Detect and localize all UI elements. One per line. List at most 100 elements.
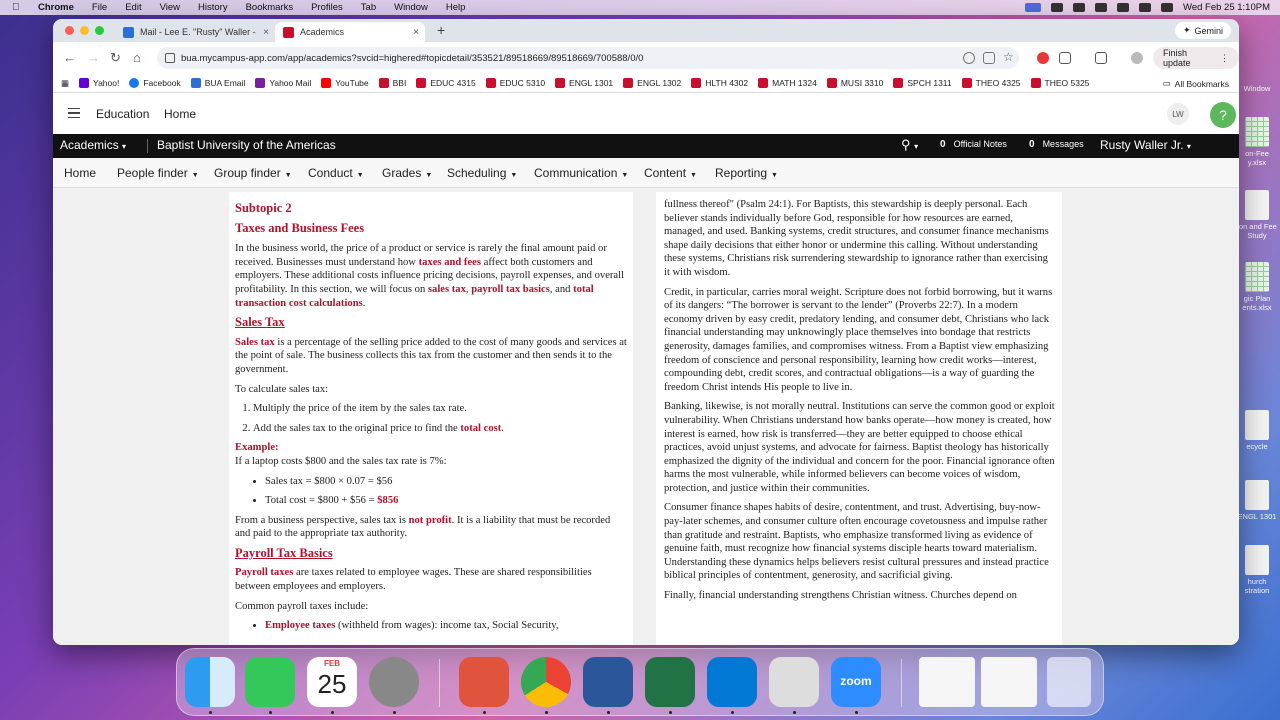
control-center-icon[interactable] bbox=[1161, 3, 1174, 12]
zoom-lens-icon[interactable] bbox=[963, 52, 975, 64]
menu-window[interactable]: Window bbox=[394, 2, 428, 13]
bookmark-facebook[interactable]: Facebook bbox=[129, 78, 181, 88]
nav-content[interactable]: Content ▼ bbox=[644, 166, 697, 180]
wifi-icon[interactable] bbox=[1117, 3, 1130, 12]
extension-abp-icon[interactable] bbox=[1037, 52, 1049, 64]
finish-update-button[interactable]: Finish update ⋮ bbox=[1153, 47, 1239, 69]
bookmark-theo-4325[interactable]: THEO 4325 bbox=[961, 78, 1021, 88]
menu-profiles[interactable]: Profiles bbox=[311, 2, 343, 13]
menu-app-name[interactable]: Chrome bbox=[38, 2, 74, 13]
header-home-link[interactable]: Home bbox=[164, 107, 196, 121]
minimized-window-1[interactable] bbox=[919, 657, 975, 707]
menu-tab[interactable]: Tab bbox=[361, 2, 376, 13]
calendar-icon[interactable]: FEB 25 bbox=[307, 657, 357, 707]
bookmark-engl-1302[interactable]: ENGL 1302 bbox=[623, 78, 681, 88]
bookmark-youtube[interactable]: YouTube bbox=[321, 78, 369, 88]
menu-file[interactable]: File bbox=[92, 2, 107, 13]
nav-group-finder[interactable]: Group finder ▼ bbox=[214, 166, 292, 180]
official-notes-link[interactable]: 0 Official Notes bbox=[940, 139, 1007, 150]
desktop-file-fee-study[interactable]: ion and Fee Study bbox=[1234, 190, 1280, 240]
menu-help[interactable]: Help bbox=[446, 2, 466, 13]
close-tab-icon[interactable]: × bbox=[413, 27, 419, 38]
outlook-icon[interactable] bbox=[707, 657, 757, 707]
messages-link[interactable]: 0 Messages bbox=[1029, 139, 1084, 150]
forward-icon[interactable]: → bbox=[87, 50, 100, 65]
new-tab-button[interactable]: + bbox=[437, 22, 445, 38]
desktop-church-administration[interactable]: hurch stration bbox=[1234, 545, 1280, 595]
extensions-icon[interactable] bbox=[1059, 52, 1071, 64]
bookmark-hlth-4302[interactable]: HLTH 4302 bbox=[691, 78, 748, 88]
apps-grid-icon[interactable]: ▦ bbox=[61, 78, 69, 89]
system-settings-icon[interactable] bbox=[369, 657, 419, 707]
creative-cloud-icon[interactable] bbox=[1073, 3, 1086, 12]
bookmark-star-icon[interactable]: ☆ bbox=[1003, 50, 1014, 64]
finder-icon[interactable] bbox=[185, 657, 235, 707]
screen-share-icon[interactable] bbox=[1025, 3, 1042, 12]
chrome-icon[interactable] bbox=[521, 657, 571, 707]
menu-view[interactable]: View bbox=[160, 2, 180, 13]
nav-reporting[interactable]: Reporting ▼ bbox=[715, 166, 778, 180]
bookmark-yahoo-mail[interactable]: Yahoo Mail bbox=[255, 78, 311, 88]
desktop-engl-1301[interactable]: ENGL 1301 bbox=[1234, 480, 1280, 521]
all-bookmarks-button[interactable]: ▭ All Bookmarks bbox=[1163, 78, 1229, 89]
bookmark-engl-1301[interactable]: ENGL 1301 bbox=[555, 78, 613, 88]
close-tab-icon[interactable]: × bbox=[263, 27, 269, 38]
menu-history[interactable]: History bbox=[198, 2, 228, 13]
desktop-file-fee-xlsx[interactable]: on-Fee y.xlsx bbox=[1234, 117, 1280, 167]
profile-icon[interactable] bbox=[1131, 52, 1143, 64]
nav-conduct[interactable]: Conduct ▼ bbox=[308, 166, 364, 180]
bookmark-bbi[interactable]: BBI bbox=[378, 78, 406, 88]
bookmark-musi-3310[interactable]: MUSI 3310 bbox=[826, 78, 883, 88]
app-title[interactable]: Education bbox=[96, 107, 149, 121]
user-menu[interactable]: Rusty Waller Jr. ▾ bbox=[1100, 138, 1191, 152]
desktop-window-label[interactable]: Window bbox=[1234, 84, 1280, 93]
nav-communication[interactable]: Communication ▼ bbox=[534, 166, 628, 180]
bookmark-theo-5325[interactable]: THEO 5325 bbox=[1030, 78, 1089, 88]
nav-grades[interactable]: Grades ▼ bbox=[382, 166, 432, 180]
desktop-recycle[interactable]: ecycle bbox=[1234, 410, 1280, 451]
bookmark-yahoo[interactable]: Yahoo! bbox=[79, 78, 119, 88]
eye-off-icon[interactable] bbox=[983, 52, 995, 64]
messages-icon[interactable] bbox=[245, 657, 295, 707]
nav-scheduling[interactable]: Scheduling ▼ bbox=[447, 166, 517, 180]
zoom-icon[interactable]: zoom bbox=[831, 657, 881, 707]
back-icon[interactable]: ← bbox=[63, 50, 76, 65]
dropbox-icon[interactable] bbox=[1051, 3, 1064, 12]
menu-edit[interactable]: Edit bbox=[125, 2, 141, 13]
spotlight-icon[interactable] bbox=[1139, 3, 1152, 12]
menu-bookmarks[interactable]: Bookmarks bbox=[246, 2, 294, 13]
nav-people-finder[interactable]: People finder ▼ bbox=[117, 166, 199, 180]
home-icon[interactable]: ⌂ bbox=[133, 50, 141, 65]
bookmark-bua-email[interactable]: BUA Email bbox=[190, 78, 245, 88]
excel-icon[interactable] bbox=[645, 657, 695, 707]
tab-academics[interactable]: Academics × bbox=[275, 22, 425, 42]
apple-icon[interactable]:  bbox=[12, 2, 26, 13]
bookmark-spch-1311[interactable]: SPCH 1311 bbox=[893, 78, 952, 88]
hamburger-menu-icon[interactable] bbox=[68, 108, 80, 118]
menu-clock[interactable]: Wed Feb 25 1:10PM bbox=[1183, 2, 1270, 13]
bookmark-educ-5310[interactable]: EDUC 5310 bbox=[485, 78, 545, 88]
nav-home[interactable]: Home bbox=[64, 166, 96, 180]
minimized-window-2[interactable] bbox=[981, 657, 1037, 707]
powerpoint-icon[interactable] bbox=[459, 657, 509, 707]
trash-icon[interactable] bbox=[1047, 657, 1091, 707]
reload-icon[interactable]: ↻ bbox=[110, 50, 121, 66]
help-button[interactable]: ? bbox=[1210, 102, 1236, 128]
bookmark-educ-4315[interactable]: EDUC 4315 bbox=[416, 78, 476, 88]
zoom-window-button[interactable] bbox=[95, 26, 104, 35]
minimize-window-button[interactable] bbox=[80, 26, 89, 35]
search-icon[interactable]: ⚲ ▾ bbox=[901, 137, 918, 153]
avatar[interactable]: LW bbox=[1167, 103, 1189, 125]
cast-icon[interactable] bbox=[1095, 52, 1107, 64]
launchpad-icon[interactable] bbox=[769, 657, 819, 707]
bookmark-math-1324[interactable]: MATH 1324 bbox=[758, 78, 817, 88]
battery-icon[interactable] bbox=[1095, 3, 1108, 12]
address-bar[interactable]: bua.mycampus-app.com/app/academics?svcid… bbox=[157, 47, 1019, 69]
desktop-file-plan-xlsx[interactable]: gic Plan ents.xlsx bbox=[1234, 262, 1280, 312]
word-icon[interactable] bbox=[583, 657, 633, 707]
academics-menu[interactable]: Academics ▾ bbox=[60, 138, 126, 152]
gemini-button[interactable]: ✦ Gemini bbox=[1174, 22, 1231, 39]
close-window-button[interactable] bbox=[65, 26, 74, 35]
site-info-icon[interactable] bbox=[165, 53, 175, 63]
tab-mail[interactable]: Mail - Lee E. "Rusty" Waller - × bbox=[115, 22, 275, 42]
